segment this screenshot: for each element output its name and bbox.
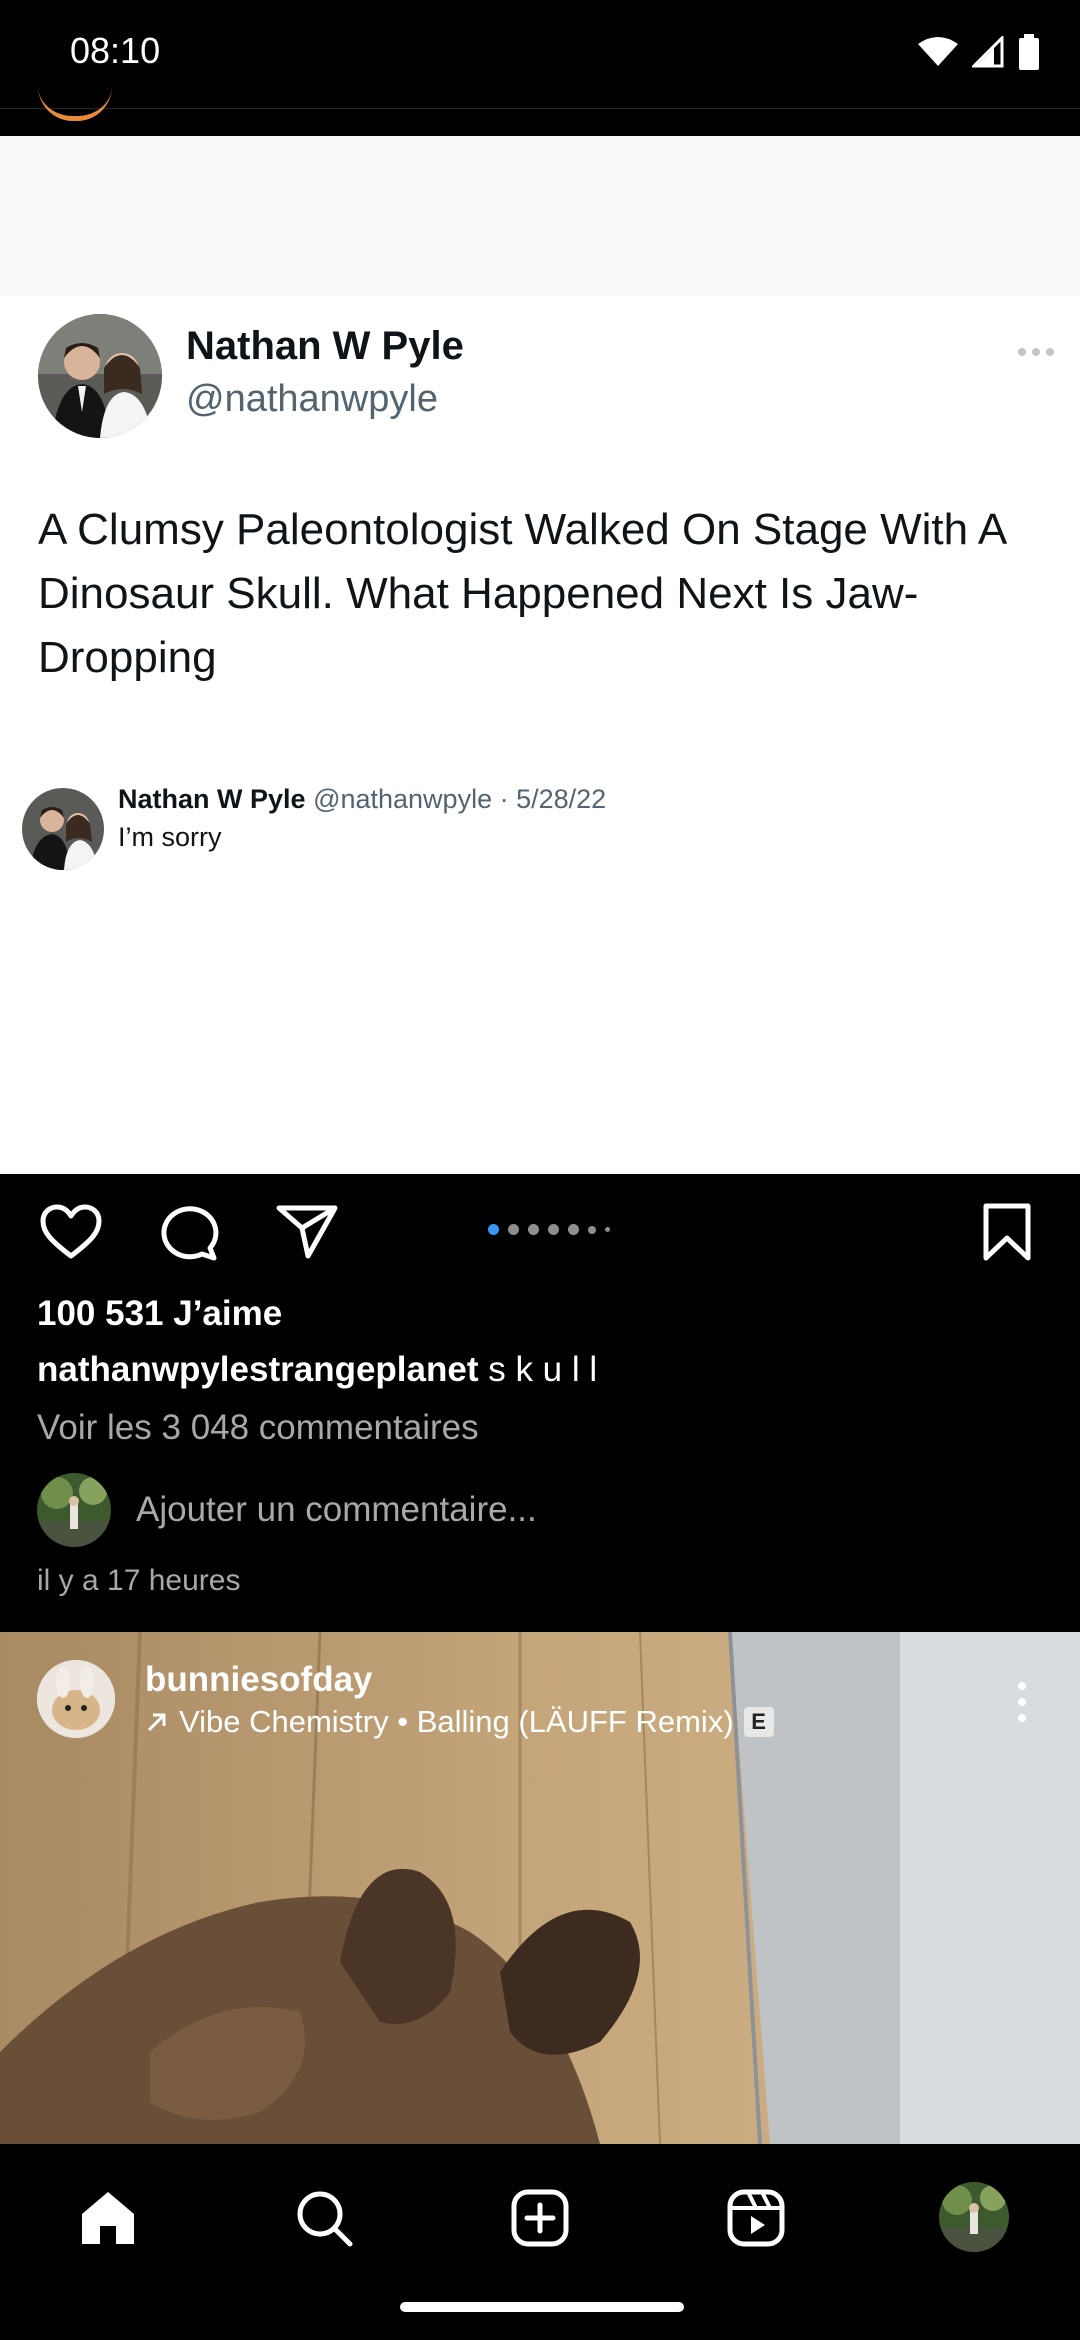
quote-avatar [22, 788, 104, 870]
profile-avatar[interactable] [937, 2180, 1011, 2254]
my-avatar [37, 1473, 111, 1547]
heart-icon[interactable] [40, 1204, 102, 1260]
tweet-avatar [38, 314, 162, 438]
more-icon[interactable] [1012, 1680, 1032, 1724]
quote-header: Nathan W Pyle @nathanwpyle · 5/28/22 [118, 784, 606, 815]
search-icon[interactable] [284, 2178, 364, 2258]
post-image[interactable]: Nathan W Pyle @nathanwpyle A Clumsy Pale… [0, 136, 1080, 1174]
carousel-dot-active [488, 1224, 499, 1235]
view-comments-link[interactable]: Voir les 3 048 commentaires [37, 1408, 479, 1448]
trending-arrow-icon [145, 1710, 169, 1734]
bookmark-icon[interactable] [982, 1202, 1032, 1262]
status-icons [918, 34, 1040, 70]
signal-icon [972, 36, 1004, 68]
quote-author-name: Nathan W Pyle [118, 784, 306, 814]
tweet-author-name: Nathan W Pyle [186, 324, 464, 368]
carousel-dot [508, 1224, 519, 1235]
post2-username[interactable]: bunniesofday [145, 1660, 373, 1700]
post2-avatar[interactable] [37, 1660, 115, 1738]
send-icon[interactable] [276, 1204, 338, 1260]
add-comment-input[interactable]: Ajouter un commentaire... [136, 1490, 537, 1530]
carousel-dot [528, 1224, 539, 1235]
like-count[interactable]: 100 531 J’aime [37, 1294, 282, 1334]
quote-meta: @nathanwpyle · 5/28/22 [313, 784, 607, 814]
status-time: 08:10 [70, 30, 161, 71]
post2-audio[interactable]: Vibe Chemistry • Balling (LÄUFF Remix) E [145, 1704, 774, 1740]
home-indicator[interactable] [400, 2302, 684, 2312]
comment-icon[interactable] [158, 1202, 220, 1262]
carousel-dot [548, 1224, 559, 1235]
caption-username[interactable]: nathanwpylestrangeplanet [37, 1350, 478, 1389]
caption-text: s k u l l [488, 1350, 598, 1389]
tweet-more-icon [1016, 346, 1056, 358]
carousel-dot [588, 1225, 596, 1234]
carousel-dot [568, 1224, 579, 1235]
post2-audio-title: Vibe Chemistry • Balling (LÄUFF Remix) [179, 1704, 734, 1739]
battery-icon [1018, 34, 1040, 70]
tweet-text: A Clumsy Paleontologist Walked On Stage … [38, 505, 1005, 682]
explicit-badge: E [743, 1707, 774, 1737]
wifi-icon [918, 36, 958, 68]
tweet-author-handle: @nathanwpyle [186, 378, 438, 420]
quote-text: I’m sorry [118, 822, 222, 852]
post-timestamp: il y a 17 heures [37, 1564, 241, 1597]
create-icon[interactable] [500, 2178, 580, 2258]
reels-icon[interactable] [716, 2178, 796, 2258]
image-top-band [0, 136, 1080, 296]
previous-post-header [0, 108, 1080, 137]
home-icon[interactable] [68, 2178, 148, 2258]
caption: nathanwpylestrangeplanet s k u l l [37, 1350, 597, 1390]
carousel-dot [605, 1227, 610, 1232]
carousel-indicator [488, 1224, 610, 1235]
